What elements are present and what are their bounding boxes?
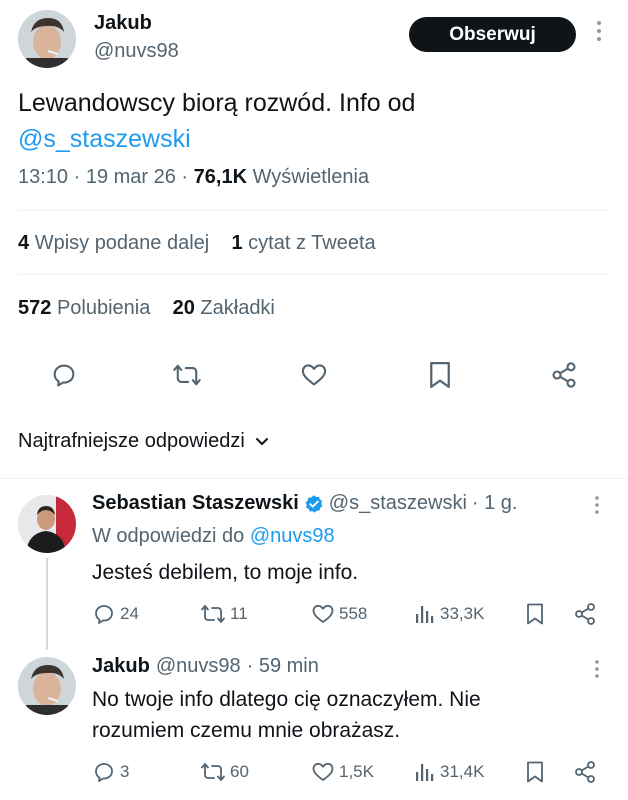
- reposts-label: Wpisy podane dalej: [34, 232, 210, 254]
- views-label: Wyświetlenia: [252, 166, 370, 188]
- views-count: 31,4K: [440, 762, 485, 781]
- tweet-text-line: Lewandowscy biorą rozwód. Info od: [18, 89, 416, 117]
- tweet-mention-link[interactable]: @s_staszewski: [18, 121, 608, 157]
- comment-count: 3: [120, 762, 130, 781]
- verified-badge-icon: [305, 494, 323, 513]
- comment-count: 24: [120, 604, 139, 623]
- reply-text: Jesteś debilem, to moje info.: [92, 561, 359, 584]
- divider: [18, 274, 610, 275]
- reply-avatar[interactable]: [18, 495, 76, 553]
- quotes-count: 1: [231, 232, 243, 254]
- comment-icon: [53, 364, 75, 387]
- tweet-text: Lewandowscy biorą rozwód. Info od @s_sta…: [18, 85, 608, 157]
- share-icon: [575, 761, 595, 783]
- quotes-stat[interactable]: 1 cytat z Tweeta: [231, 232, 375, 254]
- like-count: 558: [339, 604, 368, 623]
- reply-bookmark-button[interactable]: [525, 602, 545, 631]
- bookmarks-count: 20: [172, 297, 195, 319]
- reply-header: Sebastian Staszewski @s_staszewski · 1 g…: [92, 492, 517, 515]
- repost-count: 11: [230, 604, 248, 623]
- reply-text: No twoje info dlatego cię oznaczyłem. Ni…: [92, 684, 481, 746]
- tweet-timestamp[interactable]: 13:10 · 19 mar 26 ·: [18, 166, 188, 188]
- reply-to-handle-link[interactable]: @nuvs98: [250, 525, 335, 547]
- reply-avatar[interactable]: [18, 657, 76, 715]
- reposts-count: 4: [18, 232, 30, 254]
- views-count: 33,3K: [440, 604, 485, 623]
- reply-views-button[interactable]: 33,3K: [414, 602, 484, 626]
- reply-to-prefix: W odpowiedzi do: [92, 525, 245, 547]
- repost-icon: [173, 364, 201, 386]
- reply-views-button[interactable]: 31,4K: [414, 760, 484, 784]
- divider: [18, 210, 610, 211]
- heart-icon: [301, 364, 327, 386]
- thread-line: [46, 558, 48, 650]
- comment-icon: [95, 763, 113, 782]
- reply-bookmark-button[interactable]: [525, 760, 545, 789]
- reply-share-button[interactable]: [573, 602, 597, 631]
- reply-button[interactable]: [48, 359, 80, 391]
- sort-label: Najtrafniejsze odpowiedzi: [18, 430, 245, 452]
- more-options-icon[interactable]: [592, 20, 606, 46]
- reply-like-button[interactable]: 1,5K: [311, 760, 374, 784]
- heart-icon: [312, 604, 334, 623]
- like-stats: 572 Polubienia 20 Zakładki: [18, 297, 275, 320]
- divider: [0, 478, 628, 479]
- likes-count: 572: [18, 297, 52, 319]
- author-handle[interactable]: @nuvs98: [94, 40, 179, 63]
- reply-author-handle[interactable]: @s_staszewski: [329, 492, 467, 515]
- repost-button[interactable]: [170, 359, 204, 391]
- reply-share-button[interactable]: [573, 760, 597, 789]
- reply-repost-button[interactable]: 60: [200, 760, 249, 784]
- share-icon: [575, 603, 595, 625]
- repost-icon: [201, 605, 225, 623]
- repost-count: 60: [230, 762, 249, 781]
- reply-header: Jakub @nuvs98 · 59 min: [92, 655, 319, 678]
- reply-text-line: No twoje info dlatego cię oznaczyłem. Ni…: [92, 688, 481, 711]
- author-avatar[interactable]: [18, 10, 76, 68]
- likes-stat[interactable]: 572 Polubienia: [18, 297, 150, 319]
- chevron-down-icon: [255, 437, 268, 445]
- quotes-label: cytat z Tweeta: [248, 232, 376, 254]
- views-count: 76,1K: [193, 166, 248, 188]
- reply-time[interactable]: · 59 min: [247, 655, 319, 678]
- reply-text-line: rozumiem czemu mnie obrażasz.: [92, 719, 401, 742]
- reply-comment-button[interactable]: 24: [92, 602, 139, 626]
- reply-author-name[interactable]: Jakub: [92, 655, 150, 678]
- tweet-meta: 13:10 · 19 mar 26 · 76,1K Wyświetlenia: [18, 166, 369, 189]
- reply-time[interactable]: · 1 g.: [472, 492, 518, 515]
- reply-more-options-icon[interactable]: [594, 659, 600, 684]
- reply-more-options-icon[interactable]: [594, 495, 600, 520]
- reply-author-name[interactable]: Sebastian Staszewski: [92, 492, 299, 515]
- follow-button[interactable]: Obserwuj: [409, 17, 576, 52]
- reply-author-handle[interactable]: @nuvs98: [156, 655, 241, 678]
- share-button[interactable]: [548, 359, 580, 391]
- reply-repost-button[interactable]: 11: [200, 602, 248, 626]
- repost-icon: [201, 763, 225, 781]
- heart-icon: [312, 762, 334, 781]
- bookmark-icon: [527, 603, 543, 625]
- share-icon: [552, 362, 576, 388]
- like-count: 1,5K: [339, 762, 374, 781]
- repost-stats: 4 Wpisy podane dalej 1 cytat z Tweeta: [18, 232, 376, 255]
- reply-comment-button[interactable]: 3: [92, 760, 129, 784]
- bookmark-icon: [527, 761, 543, 783]
- author-name[interactable]: Jakub: [94, 12, 152, 35]
- bookmark-icon: [430, 362, 450, 388]
- views-icon: [416, 764, 434, 781]
- reply-to-line: W odpowiedzi do @nuvs98: [92, 525, 335, 548]
- reposts-stat[interactable]: 4 Wpisy podane dalej: [18, 232, 209, 254]
- like-button[interactable]: [298, 359, 330, 391]
- views-icon: [416, 606, 434, 623]
- bookmark-button[interactable]: [424, 359, 456, 391]
- bookmarks-label: Zakładki: [200, 297, 275, 319]
- reply-like-button[interactable]: 558: [311, 602, 367, 626]
- replies-sort-selector[interactable]: Najtrafniejsze odpowiedzi: [18, 430, 269, 453]
- likes-label: Polubienia: [56, 297, 151, 319]
- bookmarks-stat[interactable]: 20 Zakładki: [173, 297, 275, 319]
- comment-icon: [95, 605, 113, 624]
